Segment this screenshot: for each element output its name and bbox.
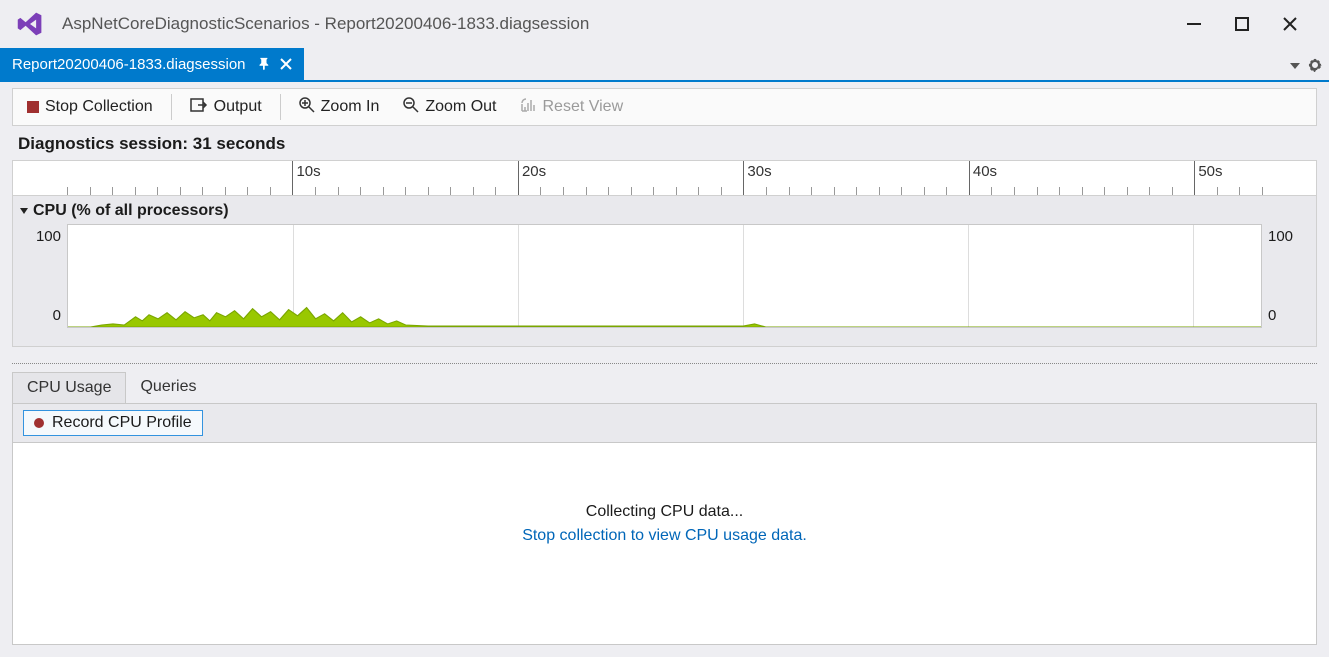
reset-view-button: Reset View [512,93,631,122]
stop-collection-link[interactable]: Stop collection to view CPU usage data. [522,527,807,545]
document-tab-label: Report20200406-1833.diagsession [12,56,246,73]
ruler-tick-label: 20s [522,163,546,180]
document-tab-active[interactable]: Report20200406-1833.diagsession [0,48,304,80]
zoom-in-button[interactable]: Zoom In [291,93,388,122]
output-label: Output [214,98,262,116]
ruler-tick-label: 40s [973,163,997,180]
ruler-tick-label: 30s [747,163,771,180]
collecting-status-text: Collecting CPU data... [586,503,743,521]
stop-collection-button[interactable]: Stop Collection [19,94,161,120]
ruler-tick-label: 50s [1198,163,1222,180]
reset-view-label: Reset View [542,98,623,116]
zoom-out-button[interactable]: Zoom Out [395,93,504,122]
y-min-left: 0 [53,307,61,324]
toolbar-separator [280,94,281,120]
zoom-in-label: Zoom In [321,98,380,116]
collapse-triangle-icon[interactable] [20,208,28,214]
cpu-chart-plot[interactable] [67,224,1262,328]
maximize-button[interactable] [1233,15,1251,33]
reset-view-icon [520,97,536,118]
active-files-dropdown-icon[interactable] [1289,59,1301,77]
cpu-usage-content: Collecting CPU data... Stop collection t… [12,443,1317,645]
y-max-right: 100 [1268,228,1293,245]
diagnostics-toolbar: Stop Collection Output Zoom In Zoom Out [12,88,1317,126]
minimize-button[interactable] [1185,15,1203,33]
session-duration-label: Diagnostics session: 31 seconds [0,126,1329,160]
y-axis-right: 100 0 [1262,224,1316,328]
zoom-out-icon [403,97,419,118]
gear-icon[interactable] [1307,57,1323,78]
tab-close-icon[interactable] [280,58,292,70]
output-icon [190,97,208,118]
record-cpu-profile-button[interactable]: Record CPU Profile [23,410,203,436]
y-min-right: 0 [1268,307,1276,324]
y-axis-left: 100 0 [13,224,67,328]
stop-icon [27,101,39,113]
stop-collection-label: Stop Collection [45,98,153,116]
detail-tab-strip: CPU Usage Queries [12,363,1317,403]
close-button[interactable] [1281,15,1299,33]
timeline-ruler[interactable]: 10s 20s 30s 40s 50s [12,160,1317,196]
cpu-usage-toolbar: Record CPU Profile [12,403,1317,443]
ruler-tick-label: 10s [296,163,320,180]
cpu-chart-title: CPU (% of all processors) [33,202,229,220]
toolbar-separator [171,94,172,120]
y-max-left: 100 [36,228,61,245]
title-bar: AspNetCoreDiagnosticScenarios - Report20… [0,0,1329,48]
document-tab-strip: Report20200406-1833.diagsession [0,48,1329,82]
tab-cpu-usage[interactable]: CPU Usage [12,372,126,403]
zoom-out-label: Zoom Out [425,98,496,116]
cpu-chart-title-row[interactable]: CPU (% of all processors) [13,196,1316,224]
zoom-in-icon [299,97,315,118]
pin-icon[interactable] [256,57,270,71]
record-cpu-profile-label: Record CPU Profile [52,414,192,432]
cpu-chart-panel: CPU (% of all processors) 100 0 100 0 [12,196,1317,347]
tab-queries[interactable]: Queries [126,372,210,403]
visual-studio-icon [16,10,44,38]
record-icon [34,418,44,428]
output-button[interactable]: Output [182,93,270,122]
window-title: AspNetCoreDiagnosticScenarios - Report20… [62,14,1185,34]
